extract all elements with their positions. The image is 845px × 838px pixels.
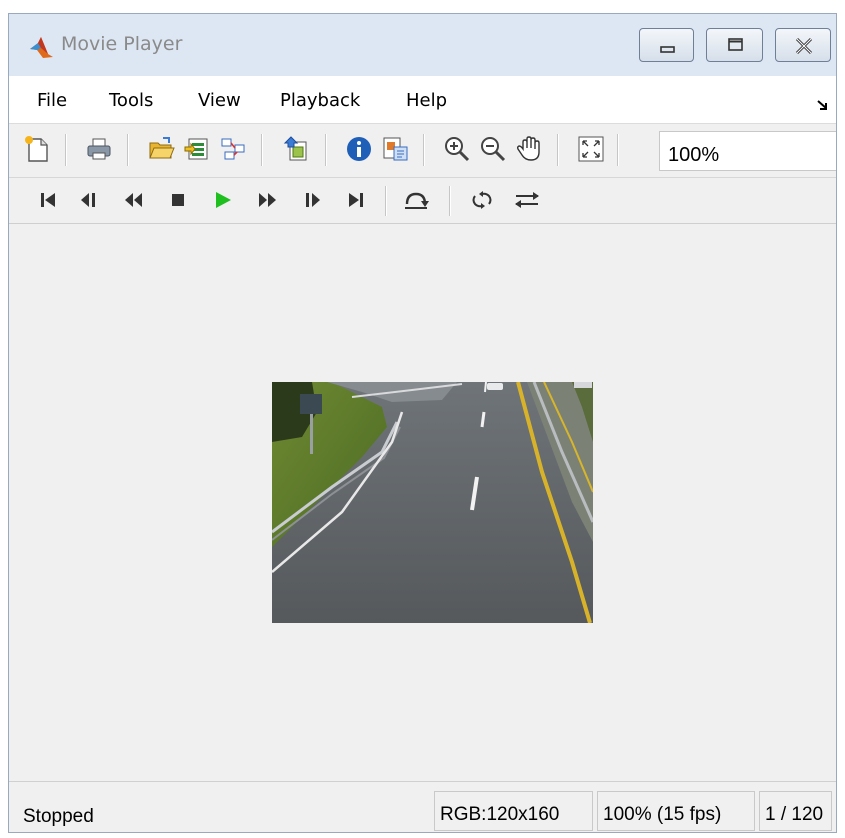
info-button[interactable] [343, 133, 375, 165]
step-back-button[interactable] [75, 184, 105, 216]
toolbar-separator [127, 134, 129, 166]
zoom-in-icon [445, 137, 470, 162]
export-icon [283, 136, 307, 161]
print-icon [87, 138, 111, 160]
frame-format-field: RGB:120x160 [434, 791, 593, 831]
toolbar-separator [65, 134, 67, 166]
play-icon [216, 192, 231, 208]
toolbar-separator [423, 134, 425, 166]
playback-direction-button[interactable] [513, 184, 543, 216]
properties-icon [383, 137, 408, 161]
stop-icon [172, 194, 184, 206]
video-frame-image [272, 382, 593, 623]
menu-file[interactable]: File [37, 90, 67, 111]
jump-to-button[interactable] [401, 184, 431, 216]
maximize-button[interactable] [706, 28, 763, 62]
close-button[interactable] [775, 28, 831, 62]
new-button[interactable] [21, 133, 53, 165]
rewind-button[interactable] [119, 184, 149, 216]
import-button[interactable] [181, 133, 213, 165]
window-title: Movie Player [61, 33, 183, 55]
rewind-icon [125, 193, 142, 207]
connect-icon [221, 138, 245, 160]
step-forward-button[interactable] [297, 184, 327, 216]
zoom-out-icon [481, 137, 506, 162]
properties-button[interactable] [379, 133, 411, 165]
fast-forward-button[interactable] [253, 184, 283, 216]
playback-toolbar [9, 178, 836, 224]
playback-status: Stopped [23, 806, 94, 827]
zoom-out-button[interactable] [477, 133, 509, 165]
movie-player-window: Movie Player File Tools View Playback He… [8, 13, 837, 833]
last-frame-icon [349, 193, 363, 207]
frame-counter-field: 1 / 120 [759, 791, 832, 831]
jump-to-icon [405, 192, 429, 209]
pan-hand-icon [516, 136, 540, 161]
title-bar[interactable]: Movie Player [9, 14, 836, 76]
menu-help[interactable]: Help [406, 90, 447, 111]
stop-button[interactable] [163, 184, 193, 216]
toolbar-separator [557, 134, 559, 166]
play-button[interactable] [207, 184, 237, 216]
matlab-logo-icon [28, 34, 54, 60]
connect-button[interactable] [217, 133, 249, 165]
dock-arrow-icon[interactable] [817, 98, 829, 116]
toolbar-separator [325, 134, 327, 166]
loop-icon [472, 191, 492, 209]
open-folder-icon [149, 137, 175, 159]
menu-tools[interactable]: Tools [109, 90, 153, 111]
print-button[interactable] [83, 133, 115, 165]
go-to-last-button[interactable] [341, 184, 371, 216]
toolbar-separator [449, 186, 451, 216]
video-viewport[interactable] [9, 224, 836, 781]
step-forward-icon [306, 193, 320, 207]
zoom-in-button[interactable] [441, 133, 473, 165]
main-toolbar [9, 124, 836, 178]
menu-playback[interactable]: Playback [280, 90, 360, 111]
status-bar: Stopped RGB:120x160 100% (15 fps) 1 / 12… [9, 781, 836, 832]
first-frame-icon [41, 193, 55, 207]
playback-direction-icon [515, 192, 539, 208]
info-icon [347, 137, 371, 161]
fit-to-window-button[interactable] [575, 133, 607, 165]
fit-view-icon [578, 136, 604, 162]
step-back-icon [81, 193, 95, 207]
toolbar-separator [261, 134, 263, 166]
loop-button[interactable] [467, 184, 497, 216]
toolbar-separator [617, 134, 619, 166]
menu-bar: File Tools View Playback Help [9, 76, 836, 124]
close-icon [795, 37, 813, 55]
open-button[interactable] [145, 133, 177, 165]
menu-view[interactable]: View [198, 90, 241, 111]
import-icon [184, 138, 208, 160]
fast-forward-icon [259, 193, 276, 207]
export-button[interactable] [281, 133, 313, 165]
new-file-icon [25, 136, 48, 162]
zoom-level-input[interactable] [659, 131, 836, 171]
zoom-fps-field: 100% (15 fps) [597, 791, 755, 831]
minimize-icon [660, 46, 675, 53]
maximize-icon [728, 38, 743, 51]
go-to-first-button[interactable] [33, 184, 63, 216]
toolbar-separator [385, 186, 387, 216]
minimize-button[interactable] [639, 28, 694, 62]
pan-button[interactable] [513, 133, 545, 165]
